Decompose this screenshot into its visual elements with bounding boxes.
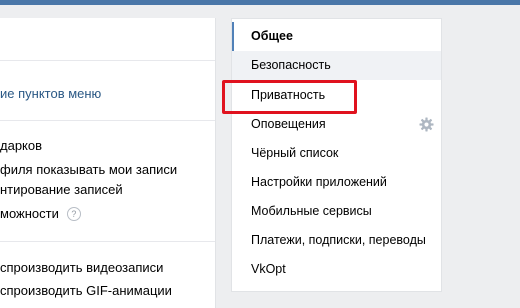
menu-item-label: Безопасность [251,58,331,72]
option-label: можности? [0,206,81,221]
menu-item-vkopt[interactable]: VkOpt [232,255,441,284]
top-bar [0,0,520,5]
menu-item-label: Чёрный список [251,146,339,160]
option-label-text: можности [0,206,59,221]
menu-item-notifications[interactable]: Оповещения [232,110,441,139]
autoplay-video-option: спроизводить видеозаписи [0,260,164,275]
menu-item-app-settings[interactable]: Настройки приложений [232,168,441,197]
settings-content-panel: ие пунктов меню дарков филя показывать м… [0,18,216,308]
menu-item-label: VkOpt [251,262,286,276]
option-label: нтирование записей [0,182,123,197]
option-label: дарков [0,138,43,153]
autoplay-gif-option: спроизводить GIF-анимации [0,283,172,298]
menu-item-general[interactable]: Общее [232,22,441,51]
option-label: филя показывать мои записи [0,162,178,177]
settings-menu: Общее Безопасность Приватность Оповещени… [231,18,442,292]
menu-item-blacklist[interactable]: Чёрный список [232,139,441,168]
menu-items-settings-link[interactable]: ие пунктов меню [0,86,101,101]
menu-item-mobile-services[interactable]: Мобильные сервисы [232,197,441,226]
divider [0,241,215,242]
help-icon[interactable]: ? [66,207,81,221]
menu-item-label: Общее [251,29,293,43]
menu-item-payments[interactable]: Платежи, подписки, переводы [232,226,441,255]
divider [0,120,215,121]
menu-item-security[interactable]: Безопасность [232,51,441,80]
menu-item-label: Платежи, подписки, переводы [251,233,426,247]
menu-item-label: Мобильные сервисы [251,204,372,218]
divider [0,60,215,61]
privacy-highlight-box [222,80,357,114]
menu-item-label: Оповещения [251,117,326,131]
gear-icon[interactable] [419,117,434,132]
menu-item-label: Настройки приложений [251,175,387,189]
